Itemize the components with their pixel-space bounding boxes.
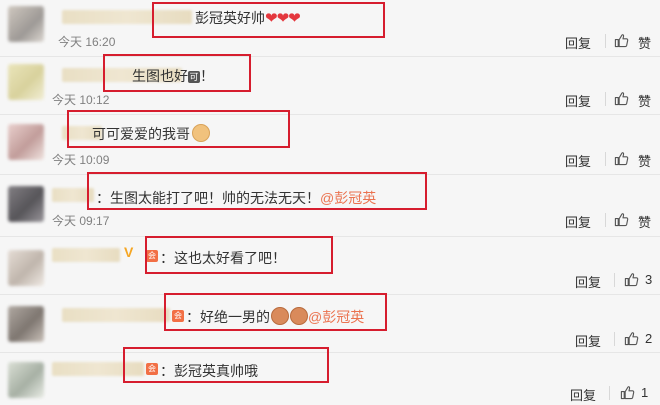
divider — [0, 352, 660, 353]
avatar[interactable] — [8, 250, 44, 286]
verified-badge: V — [124, 244, 134, 260]
avatar[interactable] — [8, 186, 44, 222]
thumbs-up-icon[interactable] — [620, 385, 635, 400]
action-divider — [605, 34, 606, 48]
highlight-box — [67, 110, 290, 148]
action-divider — [609, 386, 610, 400]
username[interactable] — [52, 248, 120, 262]
avatar[interactable] — [8, 6, 44, 42]
action-divider — [614, 273, 615, 287]
like-count[interactable]: 2 — [645, 331, 652, 346]
timestamp: 今天 10:09 — [52, 153, 110, 167]
highlight-box — [152, 2, 385, 38]
highlight-box — [103, 54, 251, 92]
highlight-box — [164, 293, 387, 331]
avatar[interactable] — [8, 306, 44, 342]
timestamp: 今天 09:17 — [52, 214, 110, 228]
like-count[interactable]: 赞 — [638, 91, 651, 110]
reply-button[interactable]: 回复 — [565, 33, 591, 52]
action-divider — [605, 152, 606, 166]
like-count[interactable]: 3 — [645, 272, 652, 287]
thumbs-up-icon[interactable] — [614, 33, 629, 48]
action-divider — [614, 332, 615, 346]
reply-button[interactable]: 回复 — [565, 91, 591, 110]
thumbs-up-icon[interactable] — [614, 151, 629, 166]
username[interactable] — [62, 308, 170, 322]
reply-button[interactable]: 回复 — [565, 151, 591, 170]
like-count[interactable]: 赞 — [638, 33, 651, 52]
like-count[interactable]: 赞 — [638, 212, 651, 231]
highlight-box — [145, 236, 333, 274]
avatar[interactable] — [8, 64, 44, 100]
reply-button[interactable]: 回复 — [575, 272, 601, 291]
thumbs-up-icon[interactable] — [624, 272, 639, 287]
reply-button[interactable]: 回复 — [575, 331, 601, 350]
highlight-box — [123, 347, 329, 383]
timestamp: 今天 16:20 — [58, 35, 116, 49]
like-count[interactable]: 赞 — [638, 151, 651, 170]
reply-button[interactable]: 回复 — [565, 212, 591, 231]
thumbs-up-icon[interactable] — [614, 212, 629, 227]
thumbs-up-icon[interactable] — [614, 91, 629, 106]
like-count[interactable]: 1 — [641, 385, 648, 400]
action-divider — [605, 92, 606, 106]
avatar[interactable] — [8, 362, 44, 398]
timestamp: 今天 10:12 — [52, 93, 110, 107]
action-divider — [605, 213, 606, 227]
avatar[interactable] — [8, 124, 44, 160]
divider — [0, 56, 660, 57]
thumbs-up-icon[interactable] — [624, 331, 639, 346]
reply-button[interactable]: 回复 — [570, 385, 596, 404]
highlight-box — [87, 172, 427, 210]
